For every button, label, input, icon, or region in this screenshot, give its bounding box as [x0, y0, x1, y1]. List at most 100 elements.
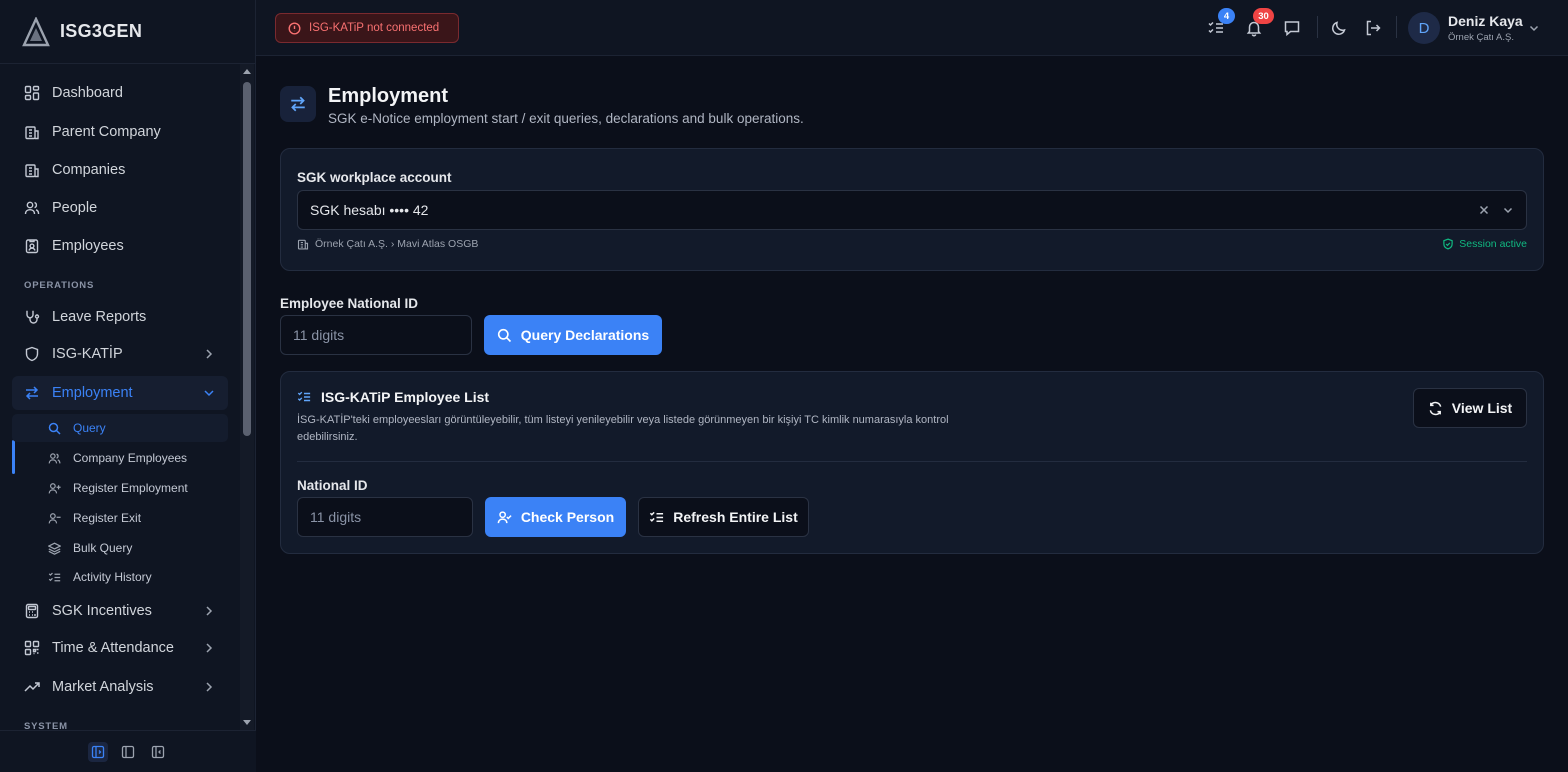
sidebar-subitem-query[interactable]: Query: [12, 414, 228, 442]
alert-circle-icon: [288, 21, 301, 35]
shield-icon: [24, 346, 40, 362]
search-icon: [497, 328, 512, 343]
refresh-entire-list-button[interactable]: Refresh Entire List: [638, 497, 809, 537]
sidebar-item-label: SGK Incentives: [52, 603, 152, 619]
clear-icon[interactable]: [1478, 204, 1490, 216]
view-list-button[interactable]: View List: [1413, 388, 1527, 428]
chevron-right-icon: [202, 347, 216, 361]
sidebar-item-parent-company[interactable]: Parent Company: [12, 115, 228, 149]
panel-collapse-icon: [151, 745, 165, 759]
page-header-icon: [280, 86, 316, 122]
button-label: Query Declarations: [520, 327, 650, 343]
katip-connection-alert[interactable]: ISG-KATiP not connected: [275, 13, 459, 43]
user-check-icon: [497, 510, 512, 525]
sidebar-subitem-activity-history[interactable]: Activity History: [12, 563, 228, 591]
sidebar-item-leave-reports[interactable]: Leave Reports: [12, 300, 228, 334]
chevron-right-icon: [202, 680, 216, 694]
moon-icon[interactable]: [1330, 19, 1348, 37]
topbar-divider: [1396, 16, 1397, 38]
sidebar-subitem-bulk-query[interactable]: Bulk Query: [12, 534, 228, 562]
sidebar-subitem-label: Activity History: [73, 570, 152, 584]
sidebar-item-label: Employment: [52, 385, 133, 401]
sidebar-item-employment[interactable]: Employment: [12, 376, 228, 410]
breadcrumb-text: Örnek Çatı A.Ş. › Mavi Atlas OSGB: [315, 238, 479, 250]
sgk-account-select[interactable]: SGK hesabı •••• 42: [297, 190, 1527, 230]
scrollbar-thumb[interactable]: [243, 82, 251, 436]
sidebar-subitem-label: Register Employment: [73, 481, 188, 495]
arrows-swap-icon: [24, 385, 40, 401]
query-declarations-button[interactable]: Query Declarations: [484, 315, 662, 355]
list-check-icon: [649, 510, 664, 525]
employee-id-input[interactable]: [280, 315, 472, 355]
sidebar-scrollbar[interactable]: [240, 64, 254, 730]
qr-icon: [24, 640, 40, 656]
sgk-account-card: SGK workplace account SGK hesabı •••• 42…: [280, 148, 1544, 271]
users-icon: [24, 200, 40, 216]
sidebar-item-label: People: [52, 200, 98, 216]
building-icon: [24, 124, 40, 140]
sidebar-item-employees[interactable]: Employees: [12, 229, 228, 263]
main-content: Employment SGK e-Notice employment start…: [256, 56, 1568, 772]
katip-list-title: ISG-KATiP Employee List: [297, 389, 489, 405]
layout-sidebar-open-button[interactable]: [88, 741, 108, 762]
sidebar-item-market-analysis[interactable]: Market Analysis: [12, 670, 228, 704]
search-icon: [48, 422, 61, 435]
panel-left-icon: [91, 745, 105, 759]
national-id-input[interactable]: [297, 497, 473, 537]
logo-icon: [22, 16, 50, 47]
scroll-down-icon[interactable]: [242, 717, 252, 727]
sidebar: ISG3GEN Dashboard Parent Company Compani…: [0, 0, 256, 772]
page-subtitle: SGK e-Notice employment start / exit que…: [328, 111, 804, 126]
building-icon: [297, 238, 309, 250]
chevron-down-icon[interactable]: [1502, 204, 1514, 216]
button-label: Refresh Entire List: [673, 509, 798, 525]
sidebar-item-label: Time & Attendance: [52, 640, 174, 656]
layout-sidebar-compact-button[interactable]: [118, 742, 138, 762]
sidebar-item-sgk-incentives[interactable]: SGK Incentives: [12, 594, 228, 628]
sidebar-item-label: Employees: [52, 238, 124, 254]
sidebar-subitem-company-employees[interactable]: Company Employees: [12, 444, 228, 472]
list-check-icon: [297, 390, 311, 404]
katip-list-title-text: ISG-KATiP Employee List: [321, 389, 490, 405]
chevron-down-icon[interactable]: [1528, 22, 1540, 34]
sidebar-subitem-register-employment[interactable]: Register Employment: [12, 474, 228, 502]
check-person-button[interactable]: Check Person: [485, 497, 626, 537]
card-divider: [297, 461, 1527, 462]
scroll-up-icon[interactable]: [242, 67, 252, 77]
layout-sidebar-collapse-button[interactable]: [148, 742, 168, 762]
logo-row: ISG3GEN: [0, 0, 255, 64]
sidebar-item-label: Dashboard: [52, 85, 123, 101]
avatar[interactable]: D: [1408, 12, 1440, 44]
sgk-account-label: SGK workplace account: [297, 170, 452, 185]
account-breadcrumb: Örnek Çatı A.Ş. › Mavi Atlas OSGB: [297, 238, 478, 250]
sidebar-subitem-label: Query: [73, 421, 106, 435]
user-name[interactable]: Deniz Kaya: [1448, 13, 1523, 29]
building-icon: [24, 162, 40, 178]
arrows-swap-icon: [289, 95, 307, 113]
topbar-divider: [1317, 16, 1318, 38]
sidebar-item-companies[interactable]: Companies: [12, 153, 228, 187]
button-label: View List: [1451, 400, 1513, 416]
alert-text: ISG-KATiP not connected: [309, 22, 440, 34]
id-badge-icon: [24, 238, 40, 254]
sidebar-nav: Dashboard Parent Company Companies Peopl…: [0, 64, 240, 730]
sidebar-item-label: Leave Reports: [52, 309, 147, 325]
user-plus-icon: [48, 482, 61, 495]
panel-icon: [121, 745, 135, 759]
logout-icon[interactable]: [1364, 19, 1382, 37]
user-company: Örnek Çatı A.Ş.: [1448, 32, 1514, 43]
topbar: ISG-KATiP not connected 4 30 D Deniz Kay…: [256, 0, 1568, 56]
sidebar-item-isg-katip[interactable]: ISG-KATİP: [12, 337, 228, 371]
message-icon[interactable]: [1283, 19, 1301, 37]
sidebar-item-time-attendance[interactable]: Time & Attendance: [12, 631, 228, 665]
sidebar-item-people[interactable]: People: [12, 191, 228, 225]
calculator-icon: [24, 603, 40, 619]
chevron-right-icon: [202, 604, 216, 618]
shield-check-icon: [1442, 238, 1454, 250]
button-label: Check Person: [520, 509, 615, 525]
sidebar-item-dashboard[interactable]: Dashboard: [12, 76, 228, 110]
sidebar-subitem-register-exit[interactable]: Register Exit: [12, 504, 228, 532]
sidebar-item-label: ISG-KATİP: [52, 346, 123, 362]
sgk-account-value: SGK hesabı •••• 42: [310, 202, 429, 218]
grid-icon: [24, 85, 40, 101]
